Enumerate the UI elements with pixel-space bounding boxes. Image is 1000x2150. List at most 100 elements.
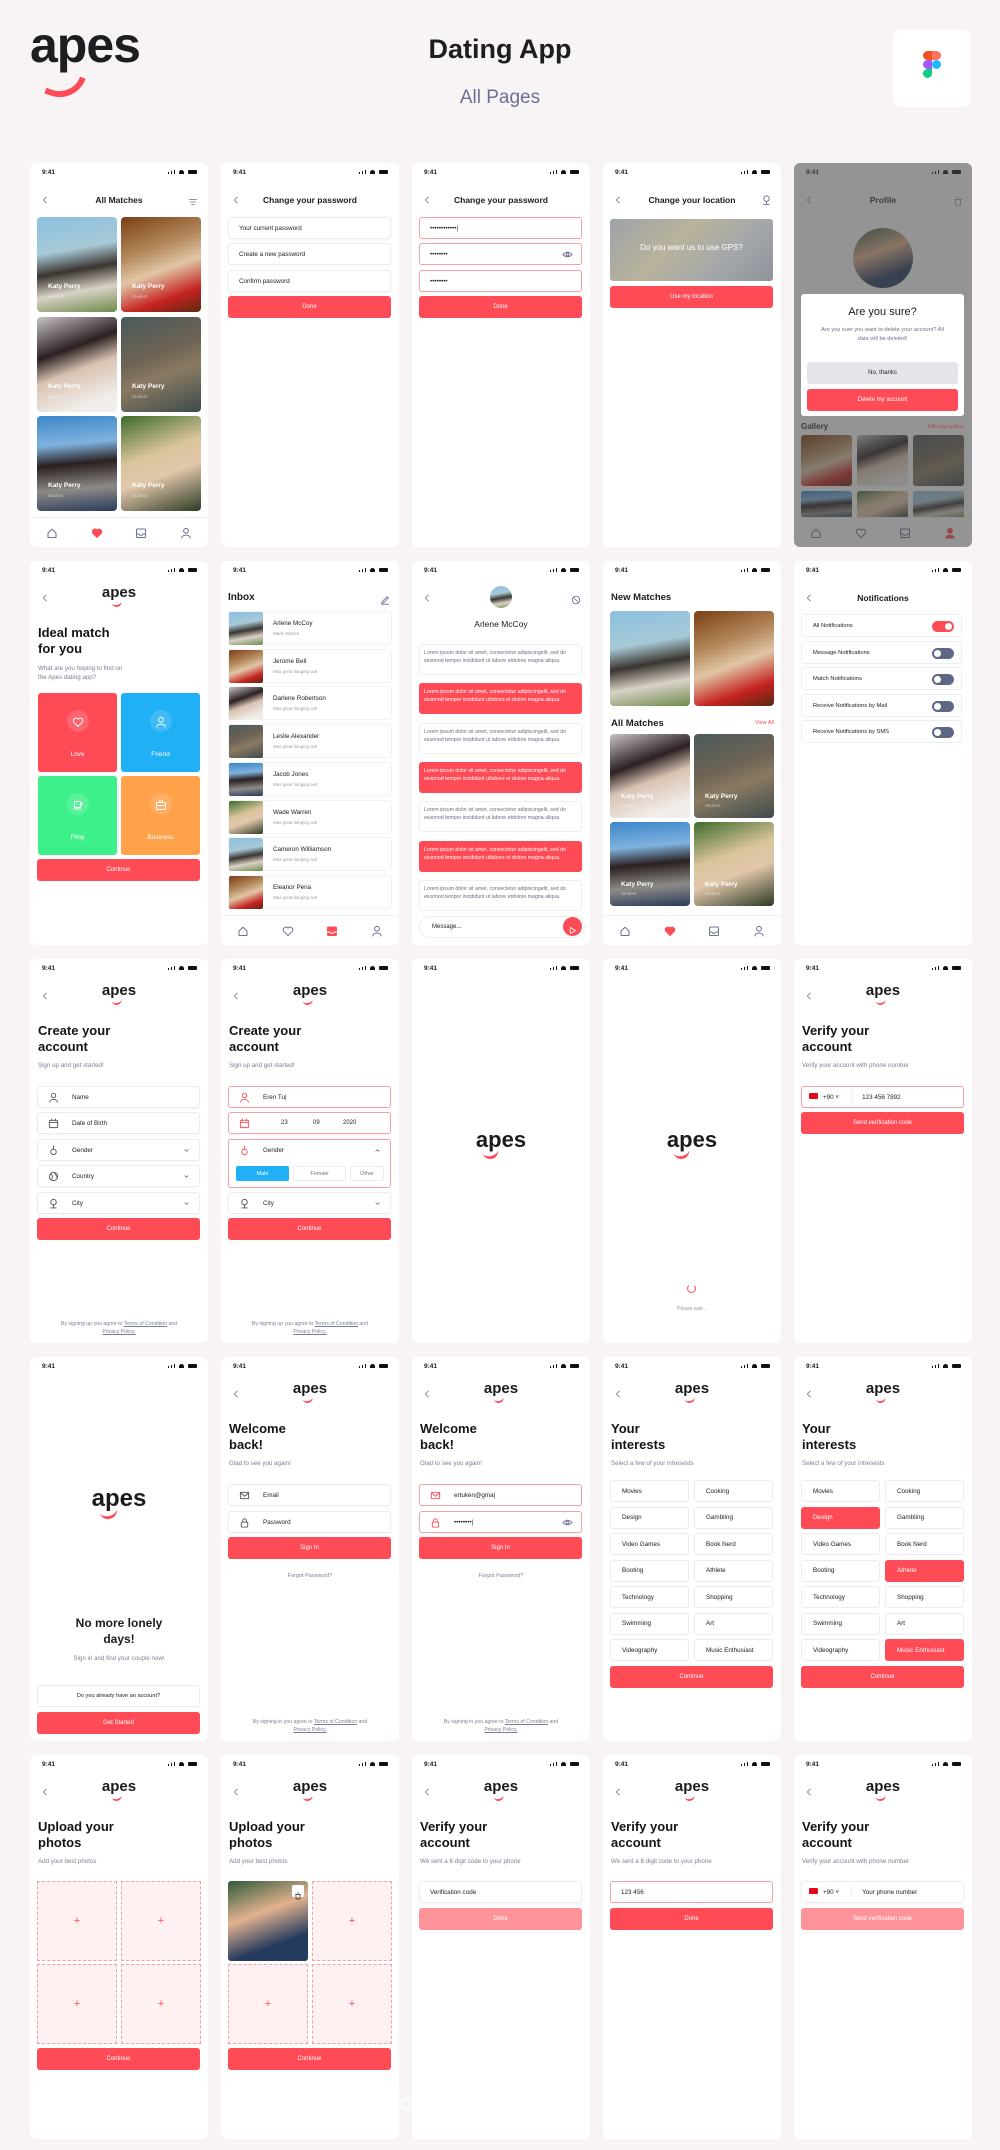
add-photo-slot[interactable]: + bbox=[37, 1964, 117, 2044]
map-preview[interactable]: Do you want us to use GPS? bbox=[610, 219, 773, 281]
privacy-link[interactable]: Privacy Policy. bbox=[293, 1329, 326, 1335]
date-of-birth-field[interactable]: 23 09 2020 bbox=[228, 1112, 391, 1134]
interest-chip[interactable]: Athlete bbox=[885, 1559, 964, 1582]
filter-icon[interactable] bbox=[188, 194, 198, 205]
verification-code-input[interactable]: Verification code bbox=[419, 1881, 582, 1903]
edit-gallery-link[interactable]: Edit your gallery bbox=[928, 424, 964, 430]
country-code-select[interactable]: +90 ˅ bbox=[809, 1093, 839, 1101]
conversation-item[interactable]: Leslie Alexander Was great hanging out! bbox=[228, 724, 392, 759]
tab-inbox[interactable] bbox=[708, 924, 720, 936]
uploaded-photo[interactable] bbox=[228, 1881, 308, 1961]
add-photo-slot[interactable]: + bbox=[37, 1881, 117, 1961]
option-fling[interactable]: Fling bbox=[38, 776, 117, 855]
name-field[interactable]: Eren Tu| bbox=[228, 1086, 391, 1108]
eye-icon[interactable] bbox=[562, 249, 573, 260]
add-photo-slot[interactable]: + bbox=[121, 1964, 201, 2044]
dob-month[interactable]: 09 bbox=[313, 1120, 320, 1126]
terms-link[interactable]: Terms of Condition bbox=[124, 1321, 167, 1327]
conversation-item[interactable]: Wade Warren Was great hanging out! bbox=[228, 799, 392, 834]
dob-day[interactable]: 23 bbox=[281, 1120, 288, 1126]
email-field[interactable]: Email bbox=[228, 1484, 391, 1506]
trash-icon[interactable] bbox=[292, 1885, 304, 1900]
current-password-field[interactable]: ••••••••••••| bbox=[419, 217, 582, 239]
gender-select-expanded[interactable]: Gender Male Female Other bbox=[228, 1139, 391, 1188]
match-card[interactable]: Katy Perry Student bbox=[121, 217, 201, 312]
use-my-location-button[interactable]: Use my location bbox=[610, 286, 773, 308]
new-match-card[interactable] bbox=[610, 611, 690, 706]
send-verification-code-button[interactable]: Send verification code bbox=[801, 1112, 964, 1134]
confirm-password-field[interactable]: Confirm password bbox=[228, 270, 391, 292]
message-input[interactable]: Message... bbox=[419, 916, 585, 938]
conversation-item[interactable]: Jerome Bell Was great hanging out! bbox=[228, 648, 392, 683]
option-love[interactable]: Love bbox=[38, 693, 117, 772]
email-field[interactable]: ertuken@gma| bbox=[419, 1484, 582, 1506]
name-field[interactable]: Name bbox=[37, 1086, 200, 1108]
gender-option-male[interactable]: Male bbox=[236, 1166, 289, 1181]
interest-chip[interactable]: Technology bbox=[610, 1586, 689, 1608]
interest-chip[interactable]: Book Nerd bbox=[694, 1533, 773, 1555]
add-photo-slot[interactable]: + bbox=[228, 1964, 308, 2044]
interest-chip[interactable]: Design bbox=[610, 1506, 689, 1529]
continue-button[interactable]: Continue bbox=[37, 1218, 200, 1240]
sign-in-button[interactable]: Sign In bbox=[419, 1537, 582, 1559]
gender-option-female[interactable]: Female bbox=[293, 1166, 346, 1181]
interest-chip[interactable]: Videography bbox=[610, 1639, 689, 1661]
interest-chip[interactable]: Video Games bbox=[801, 1533, 880, 1555]
done-button[interactable]: Done bbox=[419, 296, 582, 318]
conversation-item[interactable]: Darlene Robertson Was great hanging out! bbox=[228, 686, 392, 721]
add-photo-slot[interactable]: + bbox=[121, 1881, 201, 1961]
match-card[interactable]: Katy Perry Student bbox=[121, 416, 201, 511]
privacy-link[interactable]: Privacy Policy. bbox=[102, 1329, 135, 1335]
interest-chip[interactable]: Art bbox=[694, 1612, 773, 1635]
country-select[interactable]: Country bbox=[37, 1165, 200, 1187]
add-photo-slot[interactable]: + bbox=[312, 1964, 392, 2044]
phone-input[interactable]: +90 ˅ 123 456 7892 bbox=[801, 1086, 964, 1108]
confirm-password-field[interactable]: •••••••• bbox=[419, 270, 582, 292]
gender-select[interactable]: Gender bbox=[37, 1139, 200, 1161]
new-match-card[interactable] bbox=[694, 611, 774, 706]
notification-toggle[interactable] bbox=[932, 621, 954, 632]
option-business[interactable]: Business bbox=[121, 776, 200, 855]
compose-icon[interactable] bbox=[380, 592, 390, 605]
continue-button[interactable]: Continue bbox=[228, 2048, 391, 2070]
eye-icon[interactable] bbox=[562, 1517, 573, 1528]
date-of-birth-field[interactable]: Date of Birth bbox=[37, 1112, 200, 1134]
match-card[interactable]: Katy Perry Student bbox=[610, 822, 690, 906]
interest-chip[interactable]: Booting bbox=[610, 1559, 689, 1582]
match-card[interactable]: Katy Perry Student bbox=[121, 316, 201, 412]
continue-button[interactable]: Continue bbox=[37, 2048, 200, 2070]
notification-toggle[interactable] bbox=[932, 647, 954, 659]
get-started-button[interactable]: Get Started bbox=[37, 1712, 200, 1734]
interest-chip[interactable]: Cooking bbox=[694, 1480, 773, 1502]
tab-home[interactable] bbox=[46, 526, 58, 538]
continue-button[interactable]: Continue bbox=[610, 1666, 773, 1688]
forgot-password-link[interactable]: Forgot Password? bbox=[412, 1573, 590, 1579]
continue-button[interactable]: Continue bbox=[801, 1666, 964, 1688]
privacy-link[interactable]: Privacy Policy. bbox=[293, 1727, 326, 1733]
done-button[interactable]: Done bbox=[228, 296, 391, 318]
new-password-field[interactable]: •••••••• bbox=[419, 243, 582, 265]
interest-chip[interactable]: Music Enthusiast bbox=[694, 1639, 773, 1661]
terms-link[interactable]: Terms of Condition bbox=[315, 1321, 358, 1327]
have-account-button[interactable]: Do you already have an account? bbox=[37, 1685, 200, 1707]
match-card[interactable]: Katy Perry Student bbox=[694, 822, 774, 906]
interest-chip[interactable]: Technology bbox=[801, 1586, 880, 1608]
conversation-item[interactable]: Jacob Jones Was great hanging out! bbox=[228, 761, 392, 796]
country-code-select[interactable]: +90 ˅ bbox=[809, 1888, 839, 1896]
conversation-item[interactable]: Cameron Williamson Was great hanging out! bbox=[228, 837, 392, 872]
match-card[interactable]: Katy Perry Student bbox=[37, 217, 117, 312]
gender-option-other[interactable]: Other bbox=[350, 1166, 384, 1181]
tab-heart[interactable] bbox=[91, 526, 103, 538]
interest-chip[interactable]: Movies bbox=[801, 1480, 880, 1502]
tab-heart[interactable] bbox=[664, 924, 676, 936]
add-photo-slot[interactable]: + bbox=[312, 1881, 392, 1961]
interest-chip[interactable]: Booting bbox=[801, 1559, 880, 1582]
send-button[interactable] bbox=[563, 917, 582, 936]
interest-chip[interactable]: Book Nerd bbox=[885, 1533, 964, 1555]
done-button[interactable]: Done bbox=[610, 1908, 773, 1930]
location-pin-icon[interactable] bbox=[761, 193, 772, 205]
sign-in-button[interactable]: Sign In bbox=[228, 1537, 391, 1559]
interest-chip[interactable]: Videography bbox=[801, 1639, 880, 1661]
match-card[interactable]: Katy Perry Student bbox=[694, 734, 774, 818]
tab-home[interactable] bbox=[237, 924, 249, 936]
